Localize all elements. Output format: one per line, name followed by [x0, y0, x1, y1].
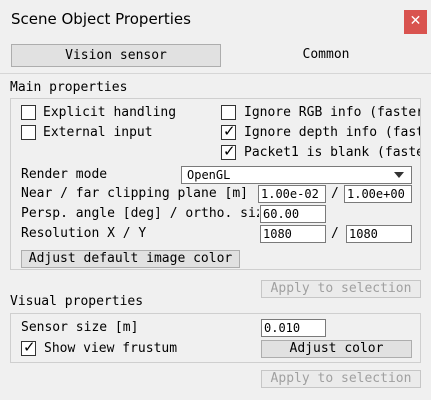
near-clipping-value: 1.00e-02	[261, 187, 319, 201]
resolution-separator: /	[331, 226, 339, 241]
tab-divider	[0, 73, 431, 74]
window-title: Scene Object Properties	[11, 10, 191, 28]
angle-value: 60.00	[263, 207, 300, 221]
angle-input[interactable]: 60.00	[260, 205, 326, 223]
visual-properties-title: Visual properties	[10, 294, 144, 309]
explicit-handling-checkbox[interactable]	[21, 105, 36, 120]
angle-label: Persp. angle [deg] / ortho. size	[21, 206, 259, 221]
resolution-x-input[interactable]: 1080	[260, 225, 326, 243]
resolution-x-value: 1080	[263, 227, 292, 241]
apply-visual-button[interactable]: Apply to selection	[261, 370, 421, 388]
packet1-blank-label: Packet1 is blank (faster)	[244, 145, 420, 160]
show-frustum-label: Show view frustum	[44, 341, 178, 356]
clipping-plane-label: Near / far clipping plane [m]	[21, 186, 248, 201]
tab-common[interactable]: Common	[221, 44, 431, 67]
near-clipping-input[interactable]: 1.00e-02	[258, 185, 326, 203]
show-frustum-checkbox[interactable]: ✓	[21, 338, 36, 356]
far-clipping-input[interactable]: 1.00e+00	[344, 185, 412, 203]
far-clipping-value: 1.00e+00	[347, 187, 405, 201]
sensor-size-label: Sensor size [m]	[21, 320, 139, 335]
external-input-label: External input	[43, 125, 153, 140]
ignore-depth-label: Ignore depth info (faster)	[244, 125, 420, 140]
resolution-y-value: 1080	[349, 227, 378, 241]
title-bar: Scene Object Properties ✕	[0, 0, 431, 40]
explicit-handling-label: Explicit handling	[43, 105, 177, 120]
packet1-blank-checkbox[interactable]: ✓	[221, 142, 236, 160]
ignore-rgb-label: Ignore RGB info (faster)	[244, 105, 420, 120]
external-input-checkbox[interactable]	[21, 125, 36, 140]
adjust-image-color-button[interactable]: Adjust default image color	[21, 250, 240, 268]
sensor-size-value: 0.010	[264, 321, 301, 335]
clipping-label-clip: Near / far clipping plane [m]	[19, 184, 259, 204]
ignore-depth-checkbox[interactable]: ✓	[221, 122, 236, 140]
chevron-down-icon	[394, 172, 404, 178]
render-mode-label: Render mode	[21, 167, 108, 182]
checkmark-icon: ✓	[223, 122, 236, 140]
close-icon: ✕	[409, 13, 422, 29]
close-button[interactable]: ✕	[404, 10, 427, 34]
checkmark-icon: ✓	[23, 338, 36, 356]
clipping-separator: /	[331, 186, 339, 201]
adjust-color-button[interactable]: Adjust color	[261, 340, 412, 358]
tab-vision-sensor[interactable]: Vision sensor	[11, 44, 221, 67]
right-checkbox-column: Ignore RGB info (faster) ✓ Ignore depth …	[220, 102, 420, 164]
sensor-size-input[interactable]: 0.010	[261, 319, 326, 337]
apply-main-button[interactable]: Apply to selection	[261, 280, 421, 298]
resolution-y-input[interactable]: 1080	[346, 225, 412, 243]
resolution-label: Resolution X / Y	[21, 226, 147, 241]
render-mode-select[interactable]: OpenGL	[181, 166, 412, 184]
render-mode-value: OpenGL	[187, 168, 231, 182]
checkmark-icon: ✓	[223, 142, 236, 160]
main-properties-title: Main properties	[10, 80, 128, 95]
angle-label-clip: Persp. angle [deg] / ortho. size	[19, 205, 259, 225]
ignore-rgb-checkbox[interactable]	[221, 105, 236, 120]
